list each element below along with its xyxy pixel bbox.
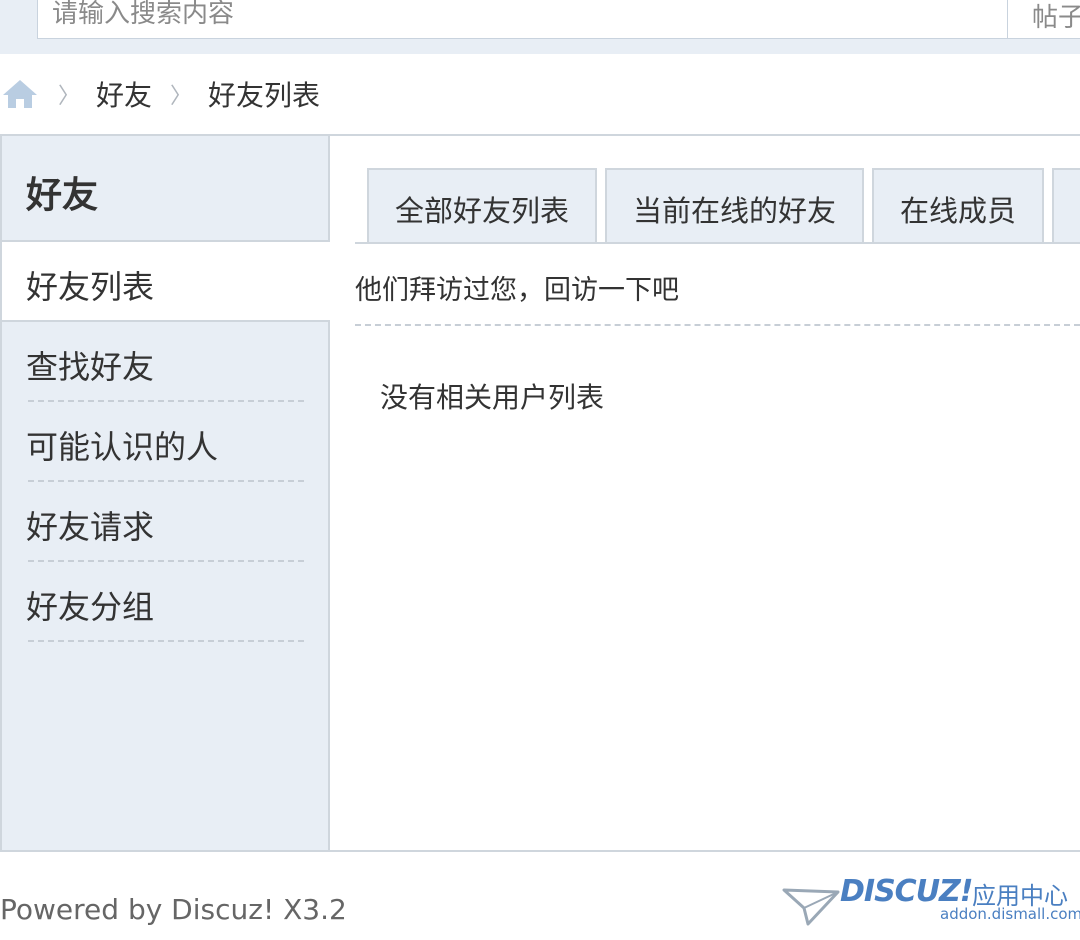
sidebar-item-friend-groups[interactable]: 好友分组 <box>2 562 328 642</box>
logo-url-text: addon.dismall.com <box>940 905 1080 923</box>
sidebar: 好友 好友列表 查找好友 可能认识的人 好友请求 好友分组 <box>0 136 330 850</box>
sidebar-item-people-you-may-know[interactable]: 可能认识的人 <box>2 402 328 482</box>
sidebar-item-friend-list[interactable]: 好友列表 <box>2 242 330 322</box>
search-bar: 帖子 <box>0 0 1080 54</box>
home-icon[interactable] <box>0 74 40 114</box>
tab-all-friends[interactable]: 全部好友列表 <box>367 168 598 242</box>
content-area: 全部好友列表 当前在线的好友 在线成员 就 他们拜访过您，回访一下吧 没有相关用… <box>330 136 1080 850</box>
powered-by-text: Powered by Discuz! X3.2 <box>0 893 347 926</box>
visitor-notice: 他们拜访过您，回访一下吧 <box>355 244 1080 326</box>
logo-brand-text: DISCUZ! <box>840 874 973 909</box>
sidebar-item-friend-requests[interactable]: 好友请求 <box>2 482 328 562</box>
discuz-addon-logo[interactable]: DISCUZ! 应用中心 addon.dismall.com <box>782 872 1080 932</box>
breadcrumb-separator: 〉 <box>170 84 193 109</box>
empty-list-message: 没有相关用户列表 <box>380 381 605 414</box>
sidebar-item-find-friends[interactable]: 查找好友 <box>2 322 328 402</box>
main-frame: 好友 好友列表 查找好友 可能认识的人 好友请求 好友分组 全部好友列表 当前在… <box>0 134 1080 852</box>
sidebar-title: 好友 <box>2 136 328 242</box>
search-type-select[interactable]: 帖子 <box>1008 0 1080 39</box>
tab-online-members[interactable]: 在线成员 <box>872 168 1045 242</box>
breadcrumb-item-friends[interactable]: 好友 <box>96 74 152 114</box>
paper-plane-icon <box>782 888 840 926</box>
search-input[interactable] <box>37 0 1008 39</box>
breadcrumb: 〉 好友 〉 好友列表 <box>0 72 320 116</box>
breadcrumb-separator: 〉 <box>58 84 81 109</box>
tab-bar: 全部好友列表 当前在线的好友 在线成员 就 <box>355 168 1080 244</box>
tab-online-friends[interactable]: 当前在线的好友 <box>605 168 865 242</box>
tab-more[interactable]: 就 <box>1052 168 1080 242</box>
breadcrumb-item-friend-list[interactable]: 好友列表 <box>208 74 320 114</box>
